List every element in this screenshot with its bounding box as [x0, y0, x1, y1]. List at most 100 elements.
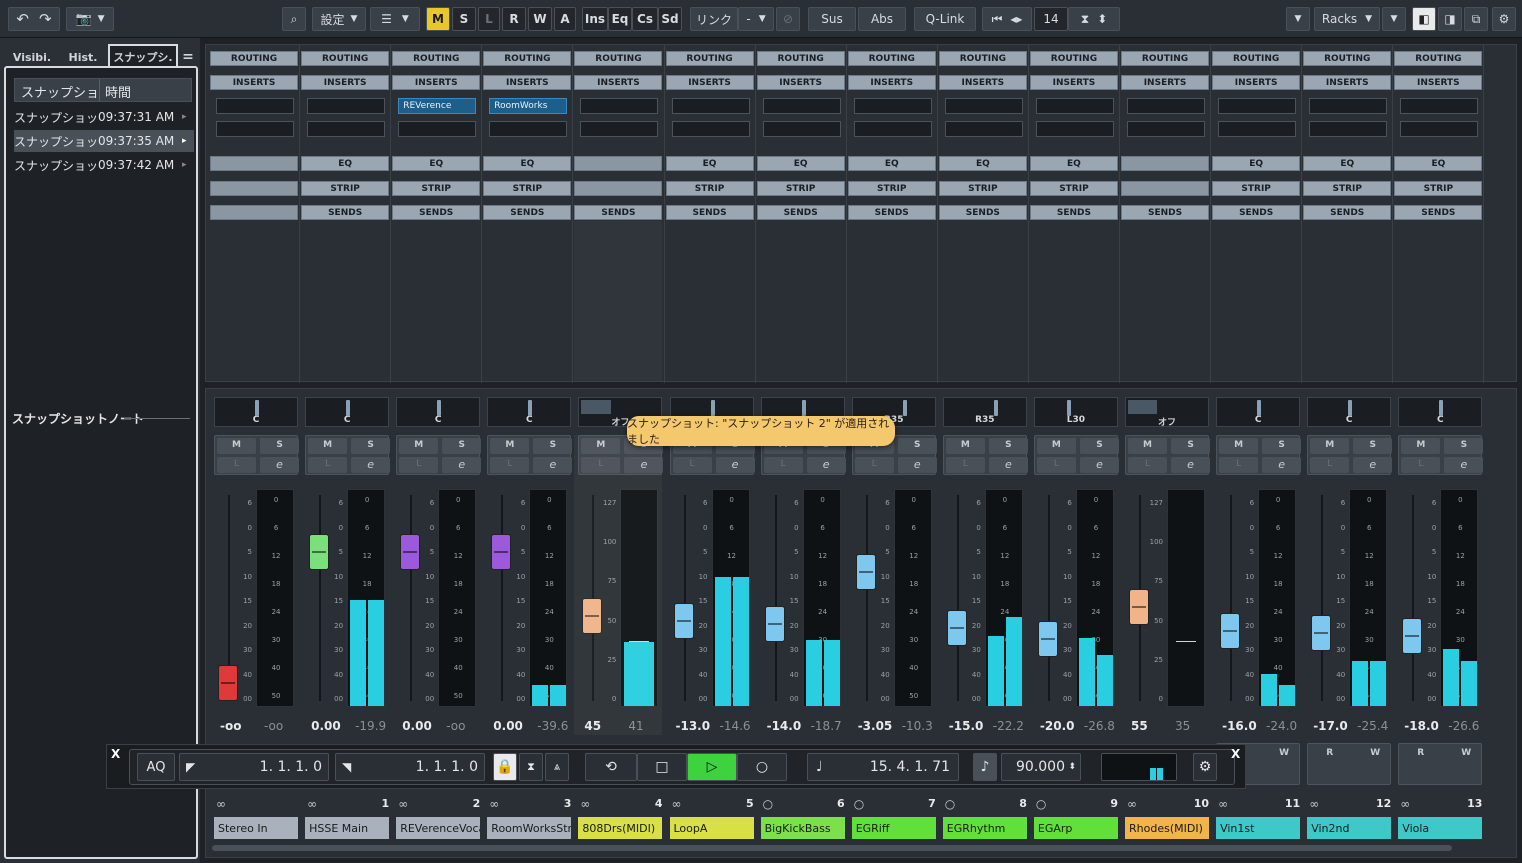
eq-header[interactable]: EQ — [483, 156, 572, 171]
cs-button[interactable]: Cs — [632, 7, 658, 31]
fader-value[interactable]: 0.00 — [311, 719, 341, 733]
inserts-header[interactable]: INSERTS — [392, 75, 481, 90]
ins-button[interactable]: Ins — [582, 7, 608, 31]
edit-button[interactable]: e — [1262, 457, 1302, 473]
fader-handle[interactable] — [764, 606, 785, 643]
position-display[interactable]: ♩ 15. 4. 1. 71 — [807, 753, 959, 781]
tab-visibility[interactable]: Visibi. — [6, 46, 58, 68]
sends-header[interactable]: SENDS — [938, 205, 1027, 220]
write-button[interactable]: W — [1279, 748, 1289, 758]
recall-icon[interactable]: ▸ — [182, 112, 187, 122]
fader-handle[interactable] — [400, 533, 421, 570]
routing-header[interactable]: ROUTING — [1121, 51, 1210, 66]
left-zone-button[interactable]: ◧ — [1412, 7, 1436, 31]
listen-button[interactable]: L — [1128, 457, 1168, 473]
snapshot-row[interactable]: スナップショット 09:37:31 AM ▸ — [14, 106, 194, 128]
listen-button[interactable]: L — [1310, 457, 1350, 473]
pan-control[interactable]: C — [305, 397, 390, 427]
pan-control[interactable]: オフ — [1125, 397, 1210, 428]
routing-header[interactable]: ROUTING — [1303, 51, 1392, 66]
pan-control[interactable]: C — [1307, 397, 1392, 427]
window-settings-button[interactable]: ⧉ — [1464, 7, 1488, 31]
link-icon[interactable]: ○ — [1036, 797, 1046, 811]
peak-value[interactable]: -24.0 — [1266, 719, 1297, 733]
read-button[interactable]: R — [1417, 748, 1424, 758]
listen-button[interactable]: L — [945, 457, 985, 473]
inserts-header[interactable]: INSERTS — [1303, 75, 1392, 90]
insert-slot[interactable] — [307, 98, 386, 114]
pan-control[interactable]: C — [214, 397, 299, 427]
listen-button[interactable]: L — [1036, 457, 1076, 473]
mute-button[interactable]: M — [1036, 438, 1076, 454]
insert-slot[interactable] — [762, 98, 841, 114]
peak-value[interactable]: 41 — [628, 719, 643, 733]
sends-header[interactable]: SENDS — [847, 205, 936, 220]
sends-header[interactable]: SENDS — [574, 205, 663, 220]
edit-button[interactable]: e — [624, 457, 664, 473]
channel-count[interactable]: 14 — [1034, 7, 1068, 31]
fader-value[interactable]: 55 — [1131, 719, 1148, 733]
sends-header[interactable]: SENDS — [301, 205, 390, 220]
transport-settings-button[interactable]: ⚙ — [1193, 753, 1217, 781]
link-icon[interactable]: ∞ — [489, 797, 499, 811]
insert-slot[interactable] — [216, 121, 295, 137]
insert-slot[interactable] — [216, 98, 295, 114]
strip-header[interactable]: STRIP — [1029, 181, 1118, 196]
sends-header[interactable]: SENDS — [392, 205, 481, 220]
insert-slot[interactable] — [853, 121, 932, 137]
link-icon[interactable]: ∞ — [1218, 797, 1228, 811]
insert-slot[interactable] — [1218, 121, 1297, 137]
insert-slot[interactable] — [489, 121, 568, 137]
listen-all-button[interactable]: L — [478, 7, 500, 31]
peak-value[interactable]: -oo — [446, 719, 465, 733]
insert-slot[interactable] — [762, 121, 841, 137]
transport-close-icon[interactable]: X — [111, 747, 120, 761]
insert-slot[interactable] — [944, 98, 1023, 114]
inserts-header[interactable]: INSERTS — [1394, 75, 1483, 90]
mute-button[interactable]: M — [945, 438, 985, 454]
write-button[interactable]: W — [1370, 748, 1380, 758]
inserts-header[interactable]: INSERTS — [847, 75, 936, 90]
mute-button[interactable]: M — [217, 438, 257, 454]
listen-button[interactable]: L — [854, 457, 894, 473]
link-icon[interactable]: ∞ — [1400, 797, 1410, 811]
solo-button[interactable]: S — [1353, 438, 1393, 454]
channel-name[interactable]: LoopA — [669, 817, 754, 839]
fader-value[interactable]: -18.0 — [1404, 719, 1439, 733]
insert-slot[interactable]: RoomWorks — [489, 98, 568, 114]
racks-option-button[interactable]: ▼ — [1382, 7, 1406, 31]
routing-header[interactable]: ROUTING — [1212, 51, 1301, 66]
link-icon[interactable]: ∞ — [307, 797, 317, 811]
insert-slot[interactable] — [671, 98, 750, 114]
edit-button[interactable]: e — [715, 457, 755, 473]
edit-button[interactable]: e — [1444, 457, 1484, 473]
sends-header[interactable]: SENDS — [1121, 205, 1210, 220]
fader-value[interactable]: 0.00 — [493, 719, 523, 733]
fader-value[interactable]: -13.0 — [676, 719, 711, 733]
routing-header[interactable]: ROUTING — [847, 51, 936, 66]
channel-width-button[interactable]: ⧗ ⬍ — [1068, 7, 1120, 31]
channel-name[interactable]: Vin2nd — [1307, 817, 1392, 839]
menu-icon[interactable]: = — [180, 46, 196, 68]
solo-button[interactable]: S — [897, 438, 937, 454]
peak-value[interactable]: -26.8 — [1084, 719, 1115, 733]
strip-header[interactable]: STRIP — [1303, 181, 1392, 196]
mute-button[interactable]: M — [490, 438, 530, 454]
solo-button[interactable]: S — [988, 438, 1028, 454]
channel-name[interactable]: EGRiff — [851, 817, 936, 839]
fader-value[interactable]: -3.05 — [858, 719, 893, 733]
solo-button[interactable]: S — [533, 438, 573, 454]
right-locator[interactable]: ◥ 1. 1. 1. 0 — [335, 753, 485, 781]
solo-button[interactable]: S — [351, 438, 391, 454]
routing-header[interactable]: ROUTING — [938, 51, 1027, 66]
channel-name[interactable]: HSSE Main — [305, 817, 390, 839]
strip-header[interactable]: STRIP — [1212, 181, 1301, 196]
automation-button[interactable]: A — [554, 7, 576, 31]
link-icon[interactable]: ∞ — [216, 797, 226, 811]
fader-value[interactable]: -15.0 — [949, 719, 984, 733]
fader-value[interactable]: 45 — [584, 719, 601, 733]
fader-value[interactable]: -16.0 — [1222, 719, 1257, 733]
link-icon[interactable]: ○ — [945, 797, 955, 811]
fader-handle[interactable] — [1311, 614, 1332, 651]
channel-name[interactable]: EGRhythm — [942, 817, 1027, 839]
